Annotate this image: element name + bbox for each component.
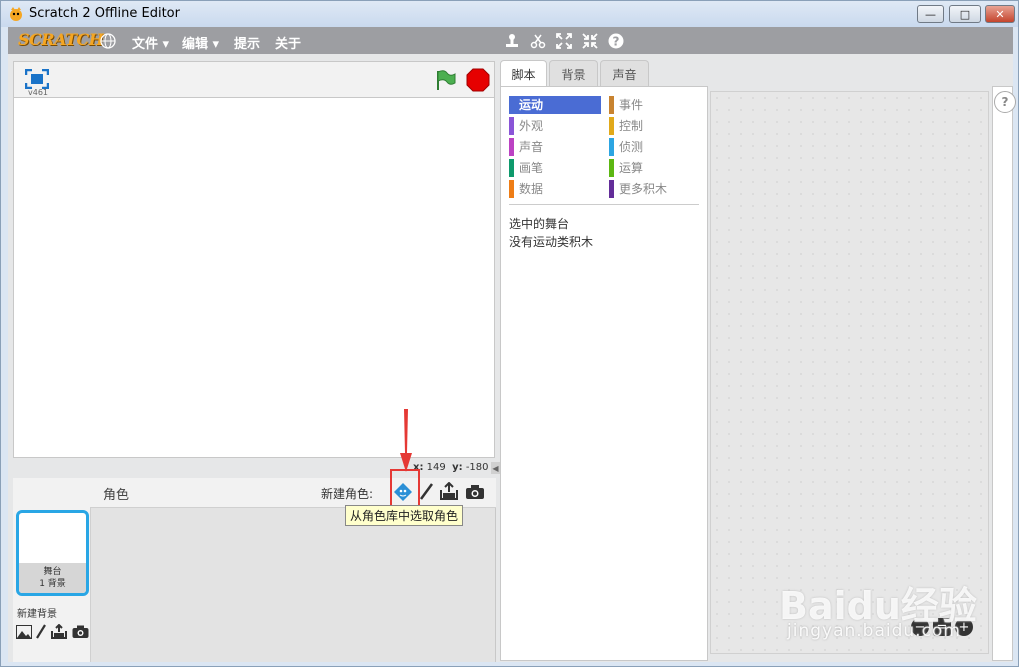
grow-icon[interactable] [555, 32, 573, 50]
category-list: 运动 事件外观 控制声音 侦测画笔 运算数据 更多积木 [501, 87, 701, 198]
app-window: Scratch 2 Offline Editor — □ ✕ SCRATCH 文… [0, 0, 1019, 667]
y-value: -180 [465, 462, 489, 473]
x-value: 149 [426, 462, 446, 473]
category-1[interactable]: 事件 [609, 96, 701, 114]
category-label: 运动 [519, 98, 544, 112]
category-label: 声音 [519, 140, 544, 154]
scratch-cat-icon [8, 6, 24, 22]
menu-tips[interactable]: 提示 [234, 33, 260, 52]
category-color-bar [609, 159, 614, 177]
category-7[interactable]: 运算 [609, 159, 701, 177]
stage-canvas[interactable] [13, 97, 495, 458]
block-palette: 运动 事件外观 控制声音 侦测画笔 运算数据 更多积木 选中的舞台 没有运动类积木 [500, 86, 708, 661]
close-button[interactable]: ✕ [985, 5, 1015, 23]
stage-thumbnail[interactable]: 舞台 1 背景 [16, 510, 89, 596]
watermark-url: jingyan.baidu.com [787, 621, 961, 641]
category-label: 画笔 [519, 161, 544, 175]
category-label: 数据 [519, 182, 544, 196]
version-label: v461 [28, 88, 49, 97]
maximize-button[interactable]: □ [949, 5, 981, 23]
category-color-bar [609, 96, 614, 114]
category-color-bar [509, 96, 514, 114]
mouse-coordinates: x: 149 y: -180 [413, 462, 489, 473]
right-strip [992, 86, 1013, 661]
category-3[interactable]: 控制 [609, 117, 701, 135]
no-motion-blocks-text: 没有运动类积木 [509, 235, 594, 249]
svg-text:?: ? [613, 35, 620, 49]
category-label: 控制 [619, 119, 644, 133]
category-color-bar [509, 180, 514, 198]
paint-new-sprite-icon[interactable] [418, 483, 434, 505]
title-bar: Scratch 2 Offline Editor — □ ✕ [1, 1, 1018, 27]
backdrop-library-icon[interactable] [16, 624, 32, 643]
window-title: Scratch 2 Offline Editor [29, 6, 180, 21]
duplicate-stamp-icon[interactable] [503, 32, 521, 50]
category-color-bar [509, 138, 514, 156]
scratch-logo[interactable]: SCRATCH [18, 30, 104, 49]
backdrop-camera-icon[interactable] [72, 624, 89, 643]
stage-thumbnail-label: 舞台 1 背景 [19, 563, 86, 593]
shrink-icon[interactable] [581, 32, 599, 50]
collapse-stage-arrow-icon[interactable]: ◀ [491, 462, 500, 474]
green-flag-icon[interactable] [434, 69, 456, 95]
category-6[interactable]: 画笔 [509, 159, 601, 177]
help-tips-icon[interactable]: ? [994, 91, 1016, 113]
stage-header [13, 61, 495, 98]
category-9[interactable]: 更多积木 [609, 180, 701, 198]
category-0[interactable]: 运动 [509, 96, 601, 114]
category-label: 更多积木 [619, 182, 668, 196]
category-color-bar [509, 159, 514, 177]
help-question-icon[interactable]: ? [607, 32, 625, 50]
category-color-bar [609, 138, 614, 156]
category-5[interactable]: 侦测 [609, 138, 701, 156]
sprites-title: 角色 [103, 488, 130, 503]
menu-edit[interactable]: 编辑 ▾ [182, 33, 219, 52]
stage-name: 舞台 [43, 567, 62, 577]
menu-file[interactable]: 文件 ▾ [132, 33, 169, 52]
camera-icon[interactable] [465, 484, 485, 504]
menu-bar: SCRATCH 文件 ▾ 编辑 ▾ 提示 关于 ? [8, 27, 1013, 54]
category-color-bar [509, 117, 514, 135]
category-2[interactable]: 外观 [509, 117, 601, 135]
category-8[interactable]: 数据 [509, 180, 601, 198]
tab-sounds[interactable]: 声音 [600, 60, 649, 87]
upload-sprite-icon[interactable] [439, 481, 459, 504]
scripts-area[interactable]: − = + [710, 91, 989, 654]
menu-about[interactable]: 关于 [275, 33, 301, 52]
language-globe-icon[interactable] [99, 32, 117, 50]
upload-backdrop-icon[interactable] [50, 623, 68, 643]
sprite-pane-header: 角色 新建角色: [90, 478, 496, 508]
selected-stage-text: 选中的舞台 [509, 217, 570, 231]
category-color-bar [609, 117, 614, 135]
category-label: 事件 [619, 98, 644, 112]
category-label: 外观 [519, 119, 544, 133]
tab-backdrops[interactable]: 背景 [549, 60, 598, 87]
category-label: 运算 [619, 161, 644, 175]
tab-scripts[interactable]: 脚本 [500, 60, 547, 87]
category-color-bar [609, 180, 614, 198]
y-label: y: [452, 462, 463, 473]
minimize-button[interactable]: — [917, 5, 944, 23]
category-4[interactable]: 声音 [509, 138, 601, 156]
sprites-list[interactable] [91, 508, 495, 662]
new-sprite-label: 新建角色: [321, 487, 374, 501]
paint-backdrop-icon[interactable] [36, 624, 46, 643]
red-arrow-annotation-icon [399, 409, 413, 477]
tooltip: 从角色库中选取角色 [345, 505, 464, 526]
new-backdrop-tools [16, 623, 89, 643]
delete-scissors-icon[interactable] [529, 32, 547, 50]
category-label: 侦测 [619, 140, 644, 154]
new-backdrop-label: 新建背景 [17, 609, 57, 620]
palette-divider [509, 204, 699, 205]
stop-sign-icon[interactable] [466, 68, 490, 96]
backdrop-count: 1 背景 [39, 579, 66, 589]
